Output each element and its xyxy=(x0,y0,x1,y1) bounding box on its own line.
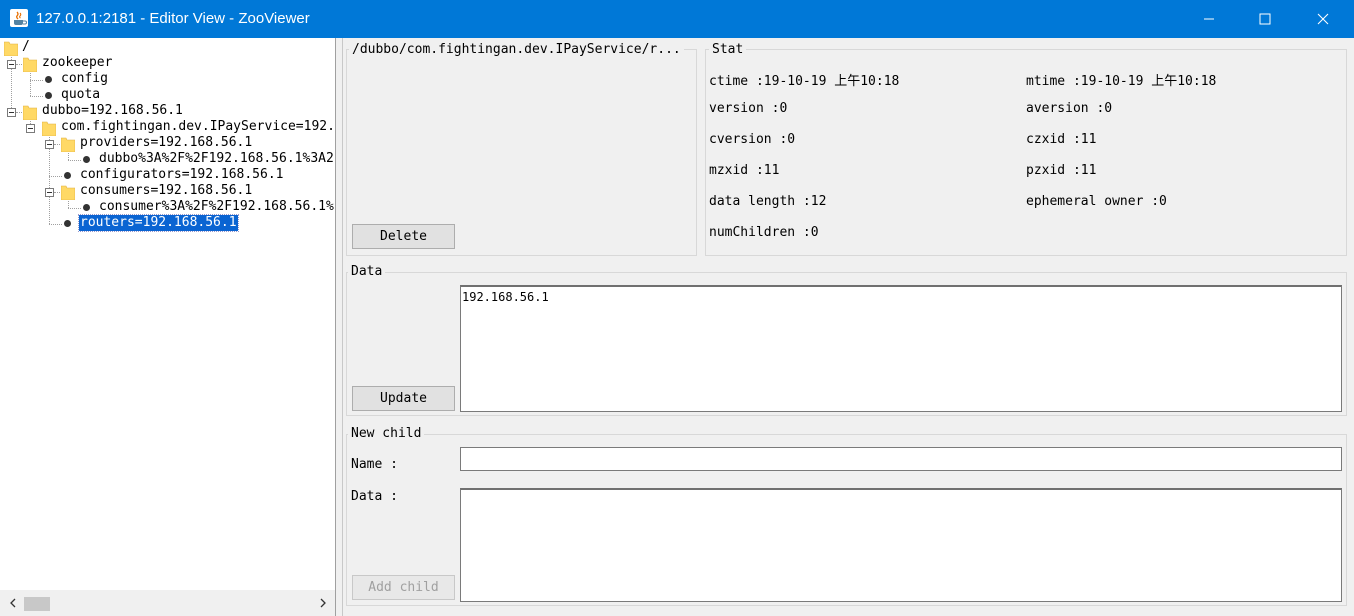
java-app-icon xyxy=(10,9,28,27)
folder-icon xyxy=(42,121,56,136)
stat-title: Stat xyxy=(709,42,747,57)
close-button[interactable] xyxy=(1294,0,1352,38)
tree-node-service[interactable]: com.fightingan.dev.IPayService=192. xyxy=(61,119,335,135)
tree-node-zookeeper[interactable]: zookeeper xyxy=(42,55,112,71)
minimize-icon xyxy=(1204,18,1214,20)
leaf-icon xyxy=(64,220,71,227)
stat-aversion: aversion :0 xyxy=(1026,101,1113,116)
folder-icon xyxy=(61,137,75,152)
delete-button[interactable]: Delete xyxy=(352,224,455,249)
leaf-icon xyxy=(45,92,52,99)
znode-tree[interactable]: / zookeeper config quota dubbo=192.168.5… xyxy=(0,38,335,590)
tree-node-consumer-entry[interactable]: consumer%3A%2F%2F192.168.56.1% xyxy=(99,199,334,215)
tree-line xyxy=(30,80,43,81)
leaf-icon xyxy=(45,76,52,83)
data-label: Data : xyxy=(351,489,398,504)
tree-line xyxy=(30,96,43,97)
leaf-icon xyxy=(83,156,90,163)
tree-node-quota[interactable]: quota xyxy=(61,87,100,103)
leaf-icon xyxy=(83,204,90,211)
tree-node-routers[interactable]: routers=192.168.56.1 xyxy=(78,214,239,232)
tree-line xyxy=(68,208,81,209)
folder-icon xyxy=(23,57,37,72)
collapse-toggle[interactable] xyxy=(45,140,54,149)
tree-panel: / zookeeper config quota dubbo=192.168.5… xyxy=(0,38,336,616)
chevron-right-icon xyxy=(320,598,326,608)
stat-czxid: czxid :11 xyxy=(1026,132,1097,147)
tree-line xyxy=(49,176,62,177)
collapse-toggle[interactable] xyxy=(7,108,16,117)
tree-node-configurators[interactable]: configurators=192.168.56.1 xyxy=(80,167,284,183)
update-button[interactable]: Update xyxy=(352,386,455,411)
node-path: /dubbo/com.fightingan.dev.IPayService/r.… xyxy=(349,42,684,57)
split-pane-divider[interactable] xyxy=(336,38,343,616)
horizontal-scrollbar[interactable] xyxy=(0,590,335,616)
collapse-toggle[interactable] xyxy=(26,124,35,133)
folder-icon xyxy=(61,185,75,200)
tree-line xyxy=(68,160,81,161)
tree-line xyxy=(49,224,62,225)
data-textarea[interactable]: 192.168.56.1 xyxy=(460,285,1342,412)
scroll-right-button[interactable] xyxy=(314,594,332,612)
window-title: 127.0.0.1:2181 - Editor View - ZooViewer xyxy=(36,10,310,27)
stat-data-length: data length :12 xyxy=(709,194,827,209)
collapse-toggle[interactable] xyxy=(45,188,54,197)
stat-mtime: mtime :19-10-19 上午10:18 xyxy=(1026,74,1217,89)
tree-node-root[interactable]: / xyxy=(22,39,30,55)
stat-pzxid: pzxid :11 xyxy=(1026,163,1097,178)
name-label: Name : xyxy=(351,457,398,472)
name-input[interactable] xyxy=(460,447,1342,471)
tree-node-provider-entry[interactable]: dubbo%3A%2F%2F192.168.56.1%3A2 xyxy=(99,151,334,167)
stat-num-children: numChildren :0 xyxy=(709,225,819,240)
leaf-icon xyxy=(64,172,71,179)
tree-node-dubbo[interactable]: dubbo=192.168.56.1 xyxy=(42,103,183,119)
scroll-left-button[interactable] xyxy=(4,594,22,612)
child-data-textarea[interactable] xyxy=(460,488,1342,602)
scroll-thumb[interactable] xyxy=(24,597,50,611)
folder-icon xyxy=(4,41,18,56)
add-child-button[interactable]: Add child xyxy=(352,575,455,600)
collapse-toggle[interactable] xyxy=(7,60,16,69)
stat-cversion: cversion :0 xyxy=(709,132,796,147)
title-bar: 127.0.0.1:2181 - Editor View - ZooViewer xyxy=(0,0,1354,38)
maximize-button[interactable] xyxy=(1236,0,1294,38)
stat-ctime: ctime :19-10-19 上午10:18 xyxy=(709,74,900,89)
folder-icon xyxy=(23,105,37,120)
tree-line xyxy=(30,70,31,96)
stat-mzxid: mzxid :11 xyxy=(709,163,780,178)
close-icon xyxy=(1317,13,1329,25)
tree-node-config[interactable]: config xyxy=(61,71,108,87)
stat-ephemeral-owner: ephemeral owner :0 xyxy=(1026,194,1167,209)
data-panel-title: Data xyxy=(348,264,386,279)
new-child-title: New child xyxy=(348,426,425,441)
chevron-left-icon xyxy=(10,598,16,608)
maximize-icon xyxy=(1259,13,1271,25)
tree-node-consumers[interactable]: consumers=192.168.56.1 xyxy=(80,183,252,199)
stat-version: version :0 xyxy=(709,101,788,116)
tree-node-providers[interactable]: providers=192.168.56.1 xyxy=(80,135,252,151)
minimize-button[interactable] xyxy=(1180,0,1238,38)
